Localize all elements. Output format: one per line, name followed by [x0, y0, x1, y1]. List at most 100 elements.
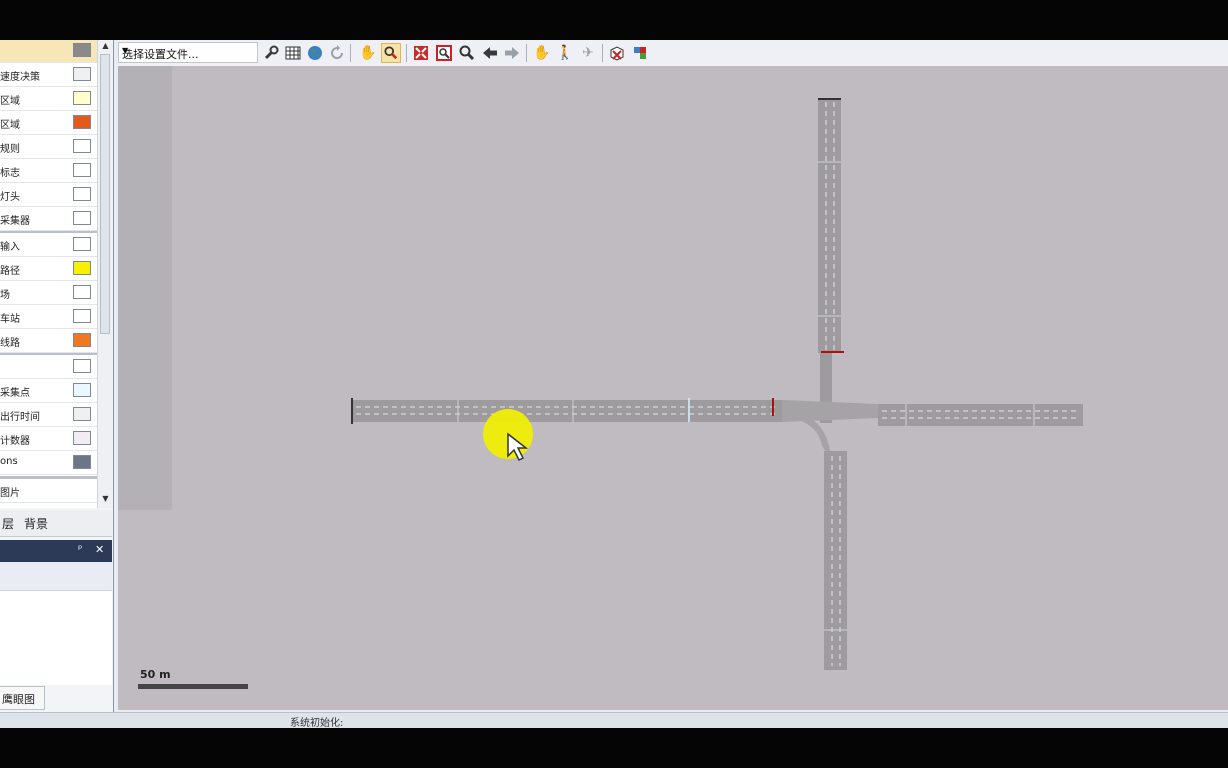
- layer-list-scrollbar[interactable]: ▲ ▼: [97, 40, 113, 508]
- layer-color-swatch[interactable]: [73, 455, 91, 469]
- network-canvas[interactable]: 50 m: [118, 66, 1228, 710]
- walk-icon[interactable]: 🚶: [555, 43, 575, 63]
- cube-delete-icon[interactable]: [607, 43, 627, 63]
- layer-label: 线路: [0, 338, 20, 349]
- layer-row[interactable]: 速度决策: [0, 64, 97, 87]
- layer-row[interactable]: ons: [0, 452, 97, 475]
- tab-birdseye[interactable]: 鹰眼图: [0, 686, 45, 710]
- zoom-all-icon[interactable]: [411, 43, 431, 63]
- layer-color-swatch[interactable]: [73, 261, 91, 275]
- layer-color-swatch[interactable]: [73, 407, 91, 421]
- letterbox-top: [0, 0, 1228, 40]
- layer-label: ons: [0, 456, 18, 467]
- layer-row[interactable]: 出行时间: [0, 404, 97, 427]
- back-icon[interactable]: [480, 43, 500, 63]
- toolbar: 选择设置文件... ▼ ✋ ✋ 🚶 ✈: [118, 40, 1228, 67]
- layer-row[interactable]: 采集点: [0, 380, 97, 403]
- scroll-up-icon[interactable]: ▲: [98, 41, 113, 50]
- sub-panel-content: [0, 591, 112, 685]
- scale-bar: [138, 684, 248, 689]
- forward-icon[interactable]: [502, 43, 522, 63]
- layer-row[interactable]: 灯头: [0, 184, 97, 207]
- sub-panel-header: ᵖ ✕: [0, 540, 112, 562]
- layer-label: 输入: [0, 242, 20, 253]
- link-north[interactable]: [818, 98, 841, 353]
- toolbar-separator: [406, 44, 407, 62]
- layer-color-swatch[interactable]: [73, 139, 91, 153]
- layer-color-swatch[interactable]: [73, 359, 91, 373]
- layer-row[interactable]: 区域: [0, 88, 97, 111]
- layer-row[interactable]: 路径: [0, 258, 97, 281]
- layer-label: 标志: [0, 168, 20, 179]
- layer-row[interactable]: 输入: [0, 234, 97, 257]
- grid-icon[interactable]: [283, 43, 303, 63]
- chevron-down-icon: ▼: [122, 46, 129, 55]
- scale-label: 50 m: [140, 668, 171, 681]
- sub-panel-toolbar: [0, 562, 112, 591]
- zoom-rect-icon[interactable]: [434, 43, 454, 63]
- layer-label: 场: [0, 290, 10, 301]
- layer-label: 灯头: [0, 192, 20, 203]
- layer-group-separator: [0, 476, 97, 479]
- tab-layers[interactable]: 层: [2, 515, 14, 532]
- layer-row[interactable]: 区域: [0, 112, 97, 135]
- application-window: 速度决策 区域 区域 规则 标志 灯头 采集器 输入 路径场车站 线路 采集点 出行时间 计数器 ons 图…: [0, 40, 1228, 729]
- layer-color-swatch[interactable]: [73, 43, 91, 57]
- scroll-down-icon[interactable]: ▼: [98, 494, 113, 503]
- layer-color-swatch[interactable]: [73, 115, 91, 129]
- layer-row[interactable]: 标志: [0, 160, 97, 183]
- layer-row[interactable]: 图片: [0, 480, 97, 503]
- status-text: 系统初始化:: [290, 718, 344, 729]
- close-icon[interactable]: ✕: [95, 543, 104, 556]
- link-east[interactable]: [878, 404, 1083, 426]
- toolbar-separator: [350, 44, 351, 62]
- refresh-icon[interactable]: [327, 43, 347, 63]
- zoom-select-icon[interactable]: [381, 43, 401, 63]
- mouse-pointer-icon: [507, 432, 529, 462]
- layer-label: 区域: [0, 120, 20, 131]
- letterbox-bottom: [0, 728, 1228, 768]
- layer-row[interactable]: [0, 356, 97, 379]
- layer-row[interactable]: 规则: [0, 136, 97, 159]
- layer-label: 图片: [0, 488, 20, 499]
- wrench-icon[interactable]: [261, 43, 281, 63]
- link-south[interactable]: [824, 451, 847, 670]
- pin-icon[interactable]: ᵖ: [78, 544, 82, 555]
- config-file-select[interactable]: 选择设置文件... ▼: [118, 42, 258, 63]
- link-west[interactable]: [352, 400, 782, 422]
- layer-color-swatch[interactable]: [73, 333, 91, 347]
- layer-row[interactable]: 车站: [0, 306, 97, 329]
- layer-color-swatch[interactable]: [73, 67, 91, 81]
- tab-background[interactable]: 背景: [24, 515, 48, 532]
- layer-row[interactable]: 采集器: [0, 208, 97, 231]
- panel-tabs: 层 背景: [0, 510, 112, 537]
- layer-color-swatch[interactable]: [73, 163, 91, 177]
- layer-color-swatch[interactable]: [73, 431, 91, 445]
- layer-color-swatch[interactable]: [73, 91, 91, 105]
- layer-label: 规则: [0, 144, 20, 155]
- layer-row[interactable]: [0, 40, 97, 63]
- globe-icon[interactable]: [305, 43, 325, 63]
- layer-color-swatch[interactable]: [73, 211, 91, 225]
- layer-label: 采集器: [0, 216, 30, 227]
- 3d-view-icon[interactable]: [630, 43, 650, 63]
- airplane-icon[interactable]: ✈: [578, 43, 598, 63]
- zoom-icon[interactable]: [457, 43, 477, 63]
- hand-icon[interactable]: ✋: [358, 43, 378, 63]
- tab-birdseye-label: 鹰眼图: [2, 693, 35, 706]
- layer-color-swatch[interactable]: [73, 187, 91, 201]
- layer-label: 车站: [0, 314, 20, 325]
- layer-label: 区域: [0, 96, 20, 107]
- layer-row[interactable]: 线路: [0, 330, 97, 353]
- layer-row[interactable]: 场: [0, 282, 97, 305]
- scroll-thumb[interactable]: [100, 54, 110, 334]
- toolbar-separator: [526, 44, 527, 62]
- layer-color-swatch[interactable]: [73, 237, 91, 251]
- layer-row[interactable]: 计数器: [0, 428, 97, 451]
- status-bar: 系统初始化:: [0, 712, 1228, 729]
- layer-color-swatch[interactable]: [73, 285, 91, 299]
- road-network: [351, 98, 1083, 670]
- layer-color-swatch[interactable]: [73, 383, 91, 397]
- layer-color-swatch[interactable]: [73, 309, 91, 323]
- pan-icon[interactable]: ✋: [532, 43, 552, 63]
